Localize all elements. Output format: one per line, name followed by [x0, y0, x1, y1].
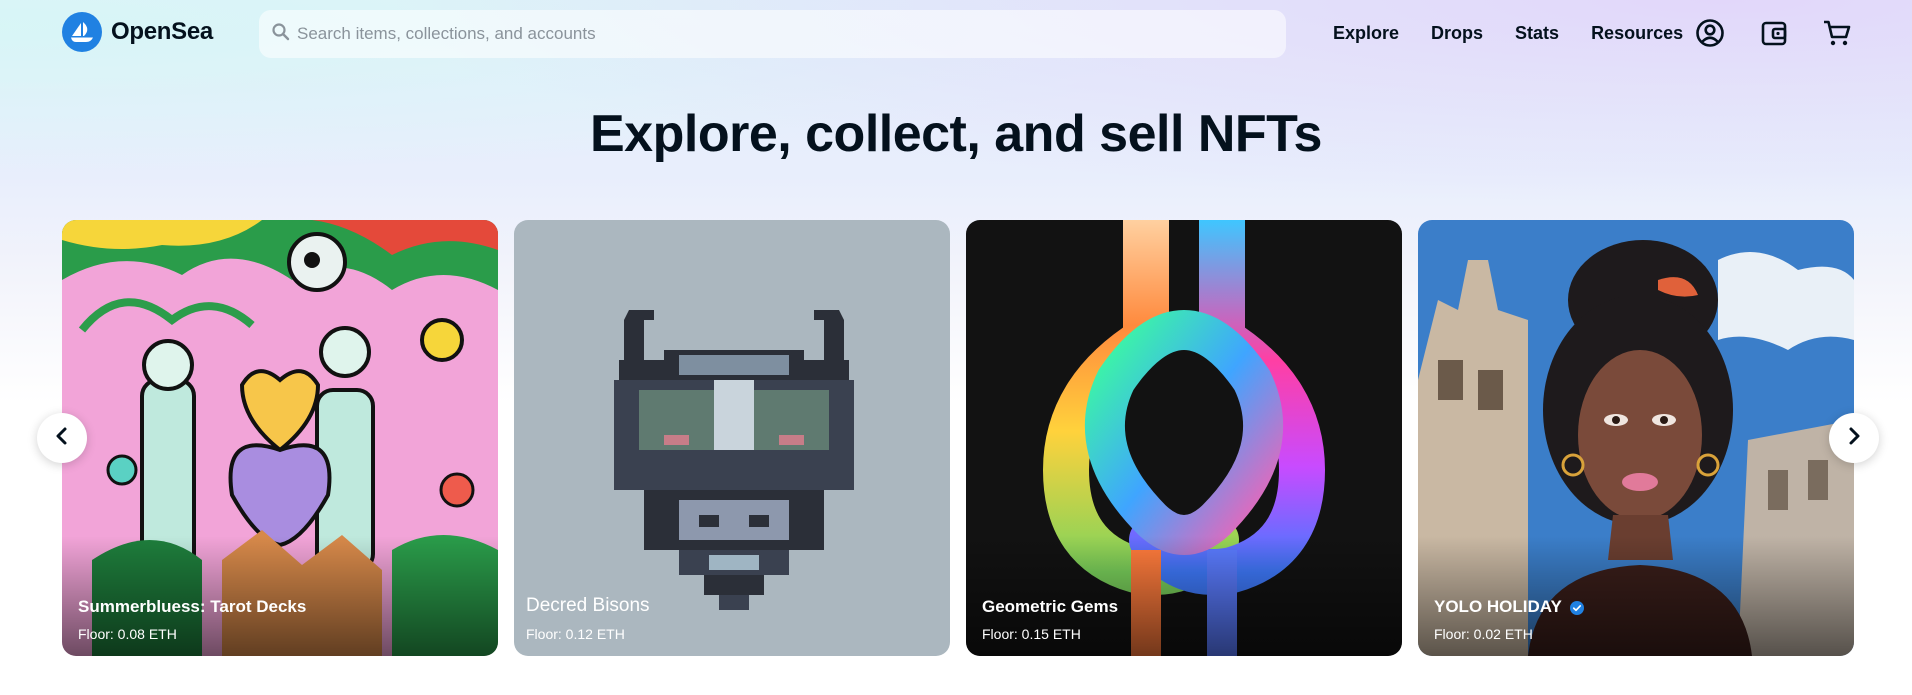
chevron-left-icon: [52, 426, 72, 451]
nav-stats[interactable]: Stats: [1515, 23, 1559, 44]
nav-resources[interactable]: Resources: [1591, 23, 1683, 44]
search-icon: [271, 22, 291, 47]
opensea-logo[interactable]: OpenSea: [62, 12, 213, 52]
collection-card-summerbluess[interactable]: Summerbluess: Tarot Decks Floor: 0.08 ET…: [62, 220, 498, 656]
wallet-icon[interactable]: [1757, 16, 1791, 50]
card-info: Summerbluess: Tarot Decks Floor: 0.08 ET…: [78, 597, 306, 642]
main-nav: Explore Drops Stats Resources: [1333, 0, 1715, 66]
brand-name: OpenSea: [111, 18, 213, 45]
floor-price: Floor: 0.12 ETH: [526, 626, 625, 642]
collection-name: Summerbluess: Tarot Decks: [78, 597, 307, 616]
page-title: Explore, collect, and sell NFTs: [590, 105, 1322, 163]
card-info: Decred Bisons Floor: 0.12 ETH: [526, 595, 650, 642]
chevron-right-icon: [1844, 426, 1864, 451]
cart-icon[interactable]: [1820, 16, 1854, 50]
search-bar[interactable]: [259, 10, 1286, 58]
collection-name: Decred Bisons: [526, 595, 650, 616]
collection-artwork: [514, 220, 950, 656]
collection-name: Geometric Gems: [982, 597, 1119, 616]
card-info: Geometric Gems Floor: 0.15 ETH: [982, 597, 1118, 642]
floor-price: Floor: 0.02 ETH: [1434, 626, 1533, 642]
carousel-next-button[interactable]: [1829, 413, 1879, 463]
verified-badge-icon: [1569, 600, 1584, 615]
user-circle-icon[interactable]: [1693, 16, 1727, 50]
boat-logo-icon: [62, 12, 102, 52]
collection-card-geometric-gems[interactable]: Geometric Gems Floor: 0.15 ETH: [966, 220, 1402, 656]
search-input[interactable]: [297, 24, 1277, 44]
nav-drops[interactable]: Drops: [1431, 23, 1483, 44]
card-info: YOLO HOLIDAY Floor: 0.02 ETH: [1434, 597, 1584, 642]
collection-name-text: YOLO HOLIDAY: [1434, 597, 1562, 616]
carousel-prev-button[interactable]: [37, 413, 87, 463]
collection-name: YOLO HOLIDAY: [1434, 597, 1584, 617]
nav-explore[interactable]: Explore: [1333, 23, 1399, 44]
collection-card-yolo-holiday[interactable]: YOLO HOLIDAY Floor: 0.02 ETH: [1418, 220, 1854, 656]
collection-card-decred-bisons[interactable]: Decred Bisons Floor: 0.12 ETH: [514, 220, 950, 656]
floor-price: Floor: 0.15 ETH: [982, 626, 1081, 642]
floor-price: Floor: 0.08 ETH: [78, 626, 177, 642]
top-navigation-bar: OpenSea Explore Drops Stats Resources: [0, 0, 1912, 66]
